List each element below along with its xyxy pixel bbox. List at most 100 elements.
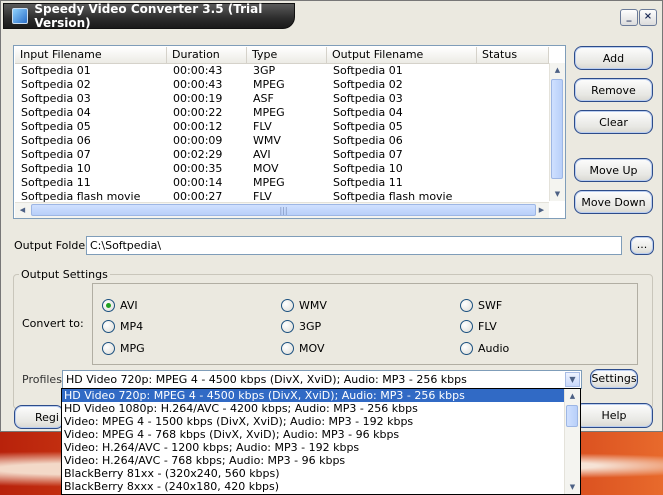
radio-audio[interactable]: Audio: [460, 342, 509, 355]
vertical-scroll-thumb[interactable]: [551, 79, 563, 179]
radio-avi-dot[interactable]: [102, 299, 115, 312]
radio-3gp-dot[interactable]: [281, 320, 294, 333]
scroll-left-icon[interactable]: ◀: [15, 203, 30, 218]
table-cell: WMV: [253, 134, 281, 147]
dropdown-scroll-thumb[interactable]: [566, 405, 578, 427]
table-cell: MPEG: [253, 176, 285, 189]
horizontal-scrollbar[interactable]: ◀ ||| ▶: [15, 202, 549, 218]
radio-wmv-label: WMV: [299, 299, 327, 312]
scroll-down-icon[interactable]: ▼: [550, 187, 565, 201]
profile-option[interactable]: HD Video 1080p: H.264/AVC - 4200 kbps; A…: [62, 402, 580, 415]
table-row[interactable]: Softpedia 05 00:00:12 FLV Softpedia 05: [15, 120, 549, 134]
app-window: Speedy Video Converter 3.5 (Trial Versio…: [0, 0, 663, 432]
radio-wmv[interactable]: WMV: [281, 299, 327, 312]
add-button[interactable]: Add: [574, 46, 653, 70]
table-cell: 00:00:12: [173, 120, 223, 133]
table-row[interactable]: Softpedia 11 00:00:14 MPEG Softpedia 11: [15, 176, 549, 190]
close-button[interactable]: ×: [639, 9, 657, 26]
table-cell: AVI: [253, 148, 271, 161]
output-settings-title: Output Settings: [19, 268, 110, 281]
radio-mp4-dot[interactable]: [102, 320, 115, 333]
radio-mov[interactable]: MOV: [281, 342, 324, 355]
table-row[interactable]: Softpedia 01 00:00:43 3GP Softpedia 01: [15, 64, 549, 78]
table-row[interactable]: Softpedia 10 00:00:35 MOV Softpedia 10: [15, 162, 549, 176]
profile-option[interactable]: Video: MPEG 4 - 768 kbps (DivX, XviD); A…: [62, 428, 580, 441]
radio-avi-label: AVI: [120, 299, 138, 312]
radio-flv[interactable]: FLV: [460, 320, 497, 333]
profile-option[interactable]: BlackBerry 8xxx - (240x180, 420 kbps): [62, 480, 580, 493]
radio-wmv-dot[interactable]: [281, 299, 294, 312]
profiles-label: Profiles:: [22, 373, 66, 386]
table-cell: 00:00:22: [173, 106, 223, 119]
settings-button[interactable]: Settings: [590, 369, 638, 389]
scroll-right-icon[interactable]: ▶: [534, 203, 549, 218]
profile-option[interactable]: Video: MPEG 4 - 1500 kbps (DivX, XviD); …: [62, 415, 580, 428]
column-header-input[interactable]: Input Filename: [15, 47, 167, 63]
dropdown-scroll-down-icon[interactable]: ▼: [565, 480, 580, 494]
radio-avi[interactable]: AVI: [102, 299, 138, 312]
column-header-type[interactable]: Type: [247, 47, 327, 63]
table-cell: Softpedia 11: [333, 176, 403, 189]
column-header-duration[interactable]: Duration: [167, 47, 247, 63]
horizontal-scroll-thumb[interactable]: |||: [31, 204, 536, 216]
table-cell: Softpedia 01: [333, 64, 403, 77]
table-cell: Softpedia 10: [333, 162, 403, 175]
radio-3gp[interactable]: 3GP: [281, 320, 321, 333]
radio-audio-dot[interactable]: [460, 342, 473, 355]
table-row[interactable]: Softpedia 06 00:00:09 WMV Softpedia 06: [15, 134, 549, 148]
table-row[interactable]: Softpedia 02 00:00:43 MPEG Softpedia 02: [15, 78, 549, 92]
help-button[interactable]: Help: [575, 403, 653, 428]
profile-option[interactable]: HD Video 720p: MPEG 4 - 4500 kbps (DivX,…: [62, 389, 580, 402]
profile-option[interactable]: Video: H.264/AVC - 768 kbps; Audio: MP3 …: [62, 454, 580, 467]
scroll-up-icon[interactable]: ▲: [550, 63, 565, 77]
chevron-down-icon[interactable]: ▼: [565, 372, 580, 387]
radio-mpg-dot[interactable]: [102, 342, 115, 355]
table-cell: MOV: [253, 162, 279, 175]
browse-button[interactable]: ...: [630, 236, 654, 255]
radio-mp4-label: MP4: [120, 320, 144, 333]
table-row[interactable]: Softpedia 04 00:00:22 MPEG Softpedia 04: [15, 106, 549, 120]
table-cell: Softpedia 11: [21, 176, 91, 189]
file-list[interactable]: Input Filename Duration Type Output File…: [13, 45, 566, 219]
dropdown-scrollbar[interactable]: ▲ ▼: [564, 389, 580, 494]
table-row[interactable]: Softpedia 07 00:02:29 AVI Softpedia 07: [15, 148, 549, 162]
radio-swf-dot[interactable]: [460, 299, 473, 312]
radio-mpg[interactable]: MPG: [102, 342, 145, 355]
output-folder-input[interactable]: C:\Softpedia\: [86, 236, 622, 255]
profile-option[interactable]: Video: H.264/AVC - 1200 kbps; Audio: MP3…: [62, 441, 580, 454]
register-button[interactable]: Regi: [14, 405, 64, 429]
move-down-button[interactable]: Move Down: [574, 190, 653, 214]
radio-flv-dot[interactable]: [460, 320, 473, 333]
column-header-status[interactable]: Status: [477, 47, 549, 63]
table-cell: [477, 176, 549, 190]
dropdown-scroll-up-icon[interactable]: ▲: [565, 389, 580, 403]
table-cell: 00:00:14: [173, 176, 223, 189]
table-cell: Softpedia 02: [21, 78, 91, 91]
minimize-button[interactable]: _: [620, 9, 638, 26]
table-cell: Softpedia 04: [333, 106, 403, 119]
table-cell: [477, 134, 549, 148]
file-list-header: Input Filename Duration Type Output File…: [15, 47, 549, 64]
radio-3gp-label: 3GP: [299, 320, 322, 333]
profile-option[interactable]: BlackBerry 81xx - (320x240, 560 kbps): [62, 467, 580, 480]
column-header-output[interactable]: Output Filename: [327, 47, 477, 63]
table-cell: Softpedia 06: [21, 134, 91, 147]
output-folder-label: Output Folder:: [14, 239, 94, 252]
radio-swf[interactable]: SWF: [460, 299, 502, 312]
radio-mov-dot[interactable]: [281, 342, 294, 355]
vertical-scrollbar[interactable]: ▲ ▼: [549, 63, 565, 201]
profile-dropdown-list[interactable]: HD Video 720p: MPEG 4 - 4500 kbps (DivX,…: [61, 388, 581, 495]
table-cell: [477, 148, 549, 162]
move-up-button[interactable]: Move Up: [574, 158, 653, 182]
table-cell: [477, 120, 549, 134]
remove-button[interactable]: Remove: [574, 78, 653, 102]
table-cell: 00:00:43: [173, 78, 223, 91]
radio-mp4[interactable]: MP4: [102, 320, 143, 333]
table-cell: Softpedia 02: [333, 78, 403, 91]
table-cell: 3GP: [253, 64, 276, 77]
table-row[interactable]: Softpedia 03 00:00:19 ASF Softpedia 03: [15, 92, 549, 106]
table-cell: 00:00:35: [173, 162, 223, 175]
clear-button[interactable]: Clear: [574, 110, 653, 134]
convert-to-label: Convert to:: [22, 317, 84, 330]
profile-select[interactable]: HD Video 720p: MPEG 4 - 4500 kbps (DivX,…: [62, 370, 582, 389]
